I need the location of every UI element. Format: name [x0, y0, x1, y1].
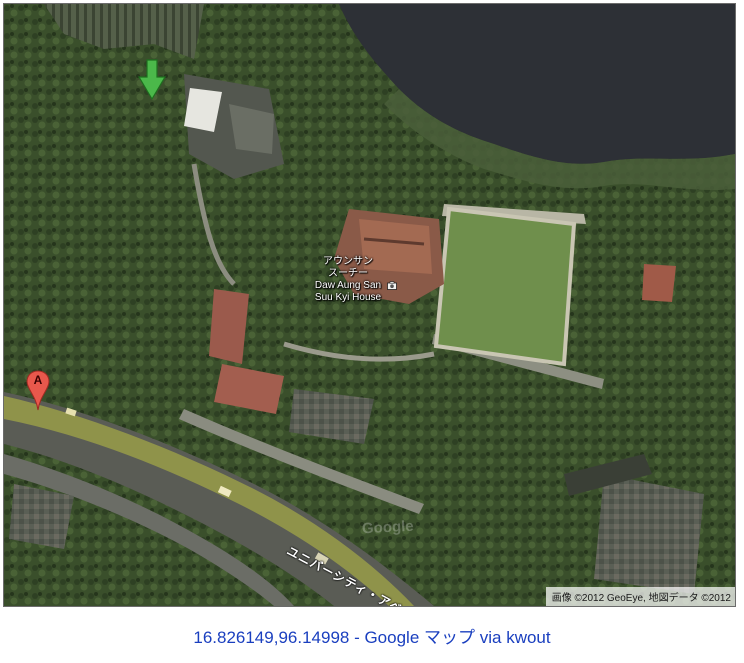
map-copyright: 画像 ©2012 GeoEye, 地図データ ©2012	[545, 587, 735, 606]
marker-a[interactable]: A	[26, 370, 50, 412]
arrow-down-icon	[137, 59, 167, 101]
via-text: via	[479, 628, 502, 647]
marker-a-label: A	[33, 373, 43, 387]
caption: 16.826149,96.14998 - Google マップ via kwou…	[0, 627, 744, 649]
place-label-line: アウンサン	[323, 256, 373, 267]
place-label-line: Suu Kyi House	[314, 292, 382, 303]
camera-icon[interactable]	[387, 281, 397, 290]
google-maps-link[interactable]: 16.826149,96.14998 - Google マップ	[193, 628, 475, 647]
map-watermark: Google	[361, 517, 415, 538]
map-view[interactable]: Google アウンサン スーチー Daw Aung San Suu Kyi H…	[3, 3, 736, 607]
satellite-imagery[interactable]	[4, 4, 735, 606]
place-label-line: スーチー	[328, 268, 368, 279]
green-arrow-marker[interactable]	[137, 59, 167, 101]
kwout-link[interactable]: kwout	[506, 628, 550, 647]
place-label-line: Daw Aung San	[314, 280, 382, 291]
place-label[interactable]: アウンサン スーチー Daw Aung San Suu Kyi House	[302, 256, 394, 304]
